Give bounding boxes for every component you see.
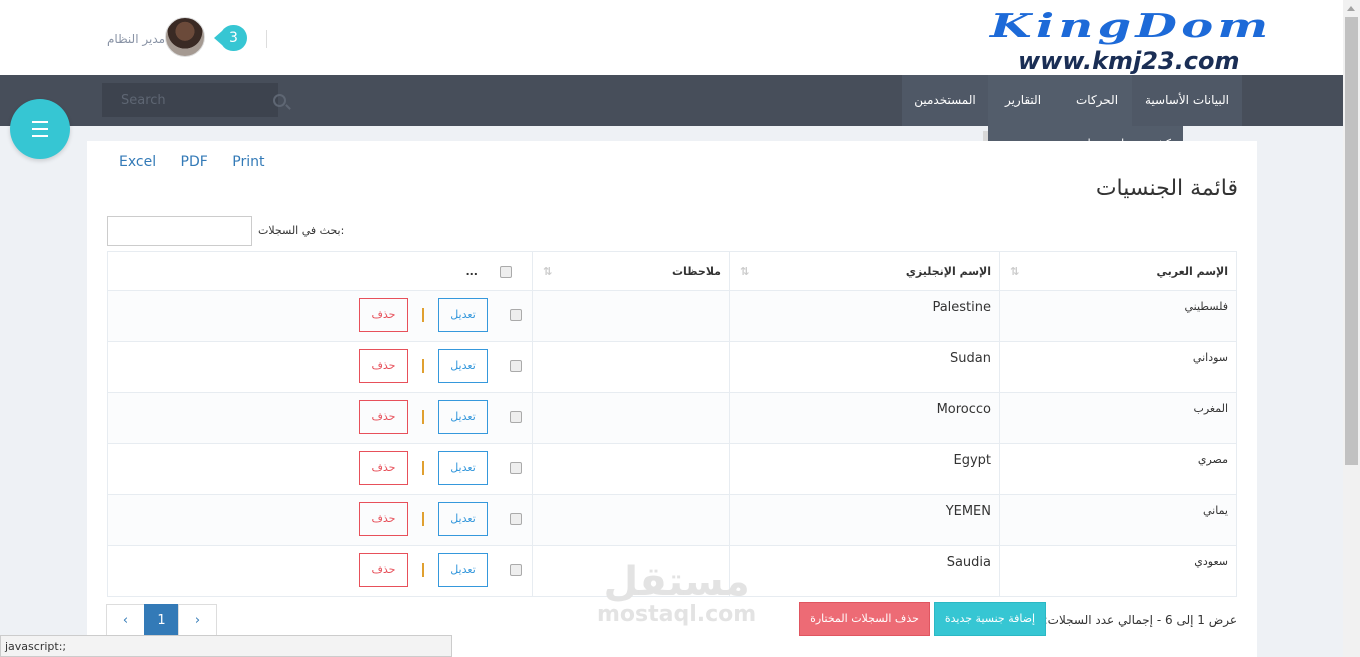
export-toolbar: Excel PDF Print — [119, 154, 285, 170]
cell-english-name: Saudia — [729, 545, 1000, 597]
cell-arabic-name: مصري — [999, 443, 1237, 495]
nav-item-reports[interactable]: التقارير — [988, 75, 1058, 126]
sort-icon[interactable]: ⇅ — [740, 265, 749, 278]
username[interactable]: مدير النظام — [107, 32, 165, 46]
edit-button[interactable]: تعديل — [438, 451, 488, 485]
select-all-checkbox[interactable] — [500, 265, 512, 278]
sort-icon[interactable]: ⇅ — [1010, 265, 1019, 278]
separator — [422, 512, 424, 526]
status-bar: javascript:; — [0, 635, 452, 657]
cell-arabic-name: يماني — [999, 494, 1237, 546]
row-checkbox[interactable] — [510, 360, 522, 372]
edit-button[interactable]: تعديل — [438, 298, 488, 332]
pagination: ‹ 1 › — [106, 604, 217, 637]
edit-button[interactable]: تعديل — [438, 349, 488, 383]
next-page-button[interactable]: › — [178, 604, 217, 637]
row-checkbox[interactable] — [510, 462, 522, 474]
cell-notes — [532, 290, 730, 342]
delete-button[interactable]: حذف — [359, 400, 408, 434]
scroll-up-icon[interactable] — [1347, 6, 1355, 11]
nav-item-basic-data[interactable]: البيانات الأساسية — [1132, 75, 1242, 126]
delete-selected-button[interactable]: حذف السجلات المختارة — [799, 602, 930, 636]
cell-notes — [532, 392, 730, 444]
cell-english-name: Sudan — [729, 341, 1000, 393]
page-title: قائمة الجنسيات — [1095, 176, 1238, 201]
separator — [422, 563, 424, 577]
delete-button[interactable]: حذف — [359, 298, 408, 332]
watermark-logo: مستقل mostaql.com — [597, 559, 757, 627]
nationalities-table: الإسم العربي ⇅ الإسم الإنجليزي ⇅ ملاحظات ⇅ … — [107, 251, 1237, 597]
cell-actions: تعديل حذف — [107, 545, 533, 597]
scrollbar[interactable] — [1343, 0, 1360, 657]
cell-english-name: YEMEN — [729, 494, 1000, 546]
edit-button[interactable]: تعديل — [438, 502, 488, 536]
search-icon[interactable] — [273, 94, 286, 107]
add-nationality-button[interactable]: إضافة جنسية جديدة — [934, 602, 1046, 636]
cell-notes — [532, 341, 730, 393]
table-row: المغرب Morocco تعديل حذف — [107, 392, 1237, 444]
cell-english-name: Palestine — [729, 290, 1000, 342]
pdf-button[interactable]: PDF — [181, 154, 208, 170]
edit-button[interactable]: تعديل — [438, 400, 488, 434]
cell-notes — [532, 443, 730, 495]
cell-actions: تعديل حذف — [107, 341, 533, 393]
column-header-english-name[interactable]: الإسم الإنجليزي ⇅ — [729, 251, 1000, 291]
cell-actions: تعديل حذف — [107, 494, 533, 546]
records-info: عرض 1 إلى 6 - إجمالي عدد السجلات: 6 — [1032, 613, 1237, 627]
row-checkbox[interactable] — [510, 411, 522, 423]
cell-notes — [532, 494, 730, 546]
search-input[interactable] — [102, 83, 278, 117]
separator — [422, 308, 424, 322]
prev-page-button[interactable]: ‹ — [106, 604, 145, 637]
nav-item-users[interactable]: المستخدمين — [902, 75, 988, 126]
delete-button[interactable]: حذف — [359, 553, 408, 587]
delete-button[interactable]: حذف — [359, 451, 408, 485]
delete-button[interactable]: حذف — [359, 502, 408, 536]
cell-actions: تعديل حذف — [107, 392, 533, 444]
cell-english-name: Morocco — [729, 392, 1000, 444]
excel-button[interactable]: Excel — [119, 154, 156, 170]
cell-arabic-name: فلسطيني — [999, 290, 1237, 342]
cell-actions: تعديل حذف — [107, 290, 533, 342]
menu-toggle-button[interactable] — [10, 99, 70, 159]
records-search-input[interactable] — [107, 216, 252, 246]
cell-arabic-name: سوداني — [999, 341, 1237, 393]
cell-arabic-name: المغرب — [999, 392, 1237, 444]
divider — [266, 30, 267, 48]
scrollbar-thumb[interactable] — [1345, 17, 1358, 465]
column-header-arabic-name[interactable]: الإسم العربي ⇅ — [999, 251, 1237, 291]
search-label: بحث في السجلات: — [258, 224, 345, 237]
table-row: سوداني Sudan تعديل حذف — [107, 341, 1237, 393]
table-row: يماني YEMEN تعديل حذف — [107, 494, 1237, 546]
page-1-button[interactable]: 1 — [144, 604, 179, 637]
edit-button[interactable]: تعديل — [438, 553, 488, 587]
notification-badge[interactable]: 3 — [214, 25, 247, 51]
sort-icon[interactable]: ⇅ — [543, 265, 552, 278]
cell-arabic-name: سعودي — [999, 545, 1237, 597]
print-button[interactable]: Print — [232, 154, 264, 170]
separator — [422, 461, 424, 475]
logo: KingDom — [990, 6, 1273, 45]
table-row: فلسطيني Palestine تعديل حذف — [107, 290, 1237, 342]
header: KingDom www.kmj23.com مدير النظام 3 — [0, 0, 1343, 75]
cell-english-name: Egypt — [729, 443, 1000, 495]
row-checkbox[interactable] — [510, 309, 522, 321]
row-checkbox[interactable] — [510, 513, 522, 525]
separator — [422, 410, 424, 424]
navbar: البيانات الأساسية الحركات التقارير المست… — [0, 75, 1343, 126]
cell-actions: تعديل حذف — [107, 443, 533, 495]
column-header-notes[interactable]: ملاحظات ⇅ — [532, 251, 730, 291]
column-header-actions: ... — [107, 251, 533, 291]
row-checkbox[interactable] — [510, 564, 522, 576]
logo-url: www.kmj23.com — [1018, 47, 1240, 75]
table-row: مصري Egypt تعديل حذف — [107, 443, 1237, 495]
separator — [422, 359, 424, 373]
delete-button[interactable]: حذف — [359, 349, 408, 383]
avatar[interactable] — [165, 17, 205, 57]
